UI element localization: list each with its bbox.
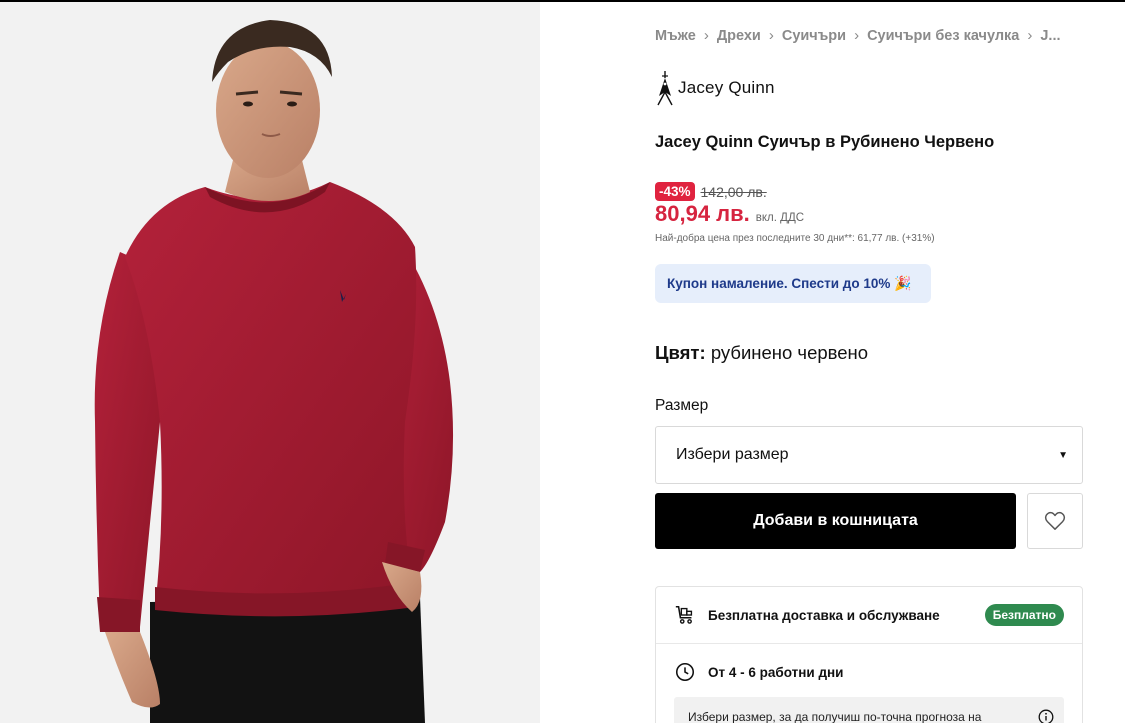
breadcrumb-item[interactable]: Мъже <box>655 28 696 44</box>
price-current-row: 80,94 лв. вкл. ДДС <box>655 201 804 227</box>
breadcrumb-item[interactable]: Дрехи <box>717 28 761 44</box>
price-old-row: -43% 142,00 лв. <box>655 182 767 201</box>
vat-note: вкл. ДДС <box>755 212 805 224</box>
free-badge: Безплатно <box>984 604 1064 626</box>
breadcrumb-item[interactable]: J... <box>1040 28 1060 44</box>
delivery-cart-icon <box>675 605 693 624</box>
current-price: 80,94 лв. <box>655 201 750 226</box>
color-value: рубинено червено <box>710 342 869 363</box>
breadcrumb-item[interactable]: Суичъри без качулка <box>867 28 1019 44</box>
chevron-right-icon: › <box>854 27 860 44</box>
delivery-time-row: От 4 - 6 работни дни <box>674 661 843 683</box>
best-price-note: Най-добра цена през последните 30 дни**:… <box>655 233 935 244</box>
coupon-text: Купон намаление. Спести до 10% <box>667 276 891 291</box>
breadcrumb: Мъже › Дрехи › Суичъри › Суичъри без кач… <box>655 27 1085 44</box>
heart-icon <box>1044 511 1066 530</box>
wishlist-button[interactable] <box>1027 493 1083 549</box>
size-select[interactable]: Избери размер ▼ <box>655 426 1083 484</box>
product-details: Мъже › Дрехи › Суичъри › Суичъри без кач… <box>655 0 1083 723</box>
chevron-right-icon: › <box>768 27 774 44</box>
delivery-info-box: Безплатна доставка и обслужване Безплатн… <box>655 586 1083 723</box>
breadcrumb-item[interactable]: Суичъри <box>782 28 846 44</box>
brand-name: Jacey Quinn <box>678 78 775 97</box>
forecast-note: Избери размер, за да получиш по-точна пр… <box>674 697 1064 723</box>
old-price: 142,00 лв. <box>700 183 767 200</box>
size-label: Размер <box>655 397 709 414</box>
size-select-placeholder: Избери размер <box>676 446 789 463</box>
coupon-banner[interactable]: Купон намаление. Спести до 10% 🎉 <box>655 264 931 303</box>
dropdown-caret-icon: ▼ <box>1058 449 1068 461</box>
color-info: Цвят: рубинено червено <box>655 342 868 364</box>
delivery-days-text: От 4 - 6 работни дни <box>708 664 844 680</box>
product-image[interactable] <box>0 2 540 723</box>
free-delivery-text: Безплатна доставка и обслужване <box>708 607 940 623</box>
brand-link[interactable]: Jacey Quinn <box>655 70 775 106</box>
add-to-cart-button[interactable]: Добави в кошницата <box>655 493 1016 549</box>
discount-badge: -43% <box>655 182 695 201</box>
product-photo <box>0 2 540 723</box>
chevron-right-icon: › <box>1027 27 1033 44</box>
color-label: Цвят: <box>655 342 706 363</box>
free-delivery-row: Безплатна доставка и обслужване Безплатн… <box>656 587 1082 644</box>
info-icon[interactable] <box>1038 709 1054 723</box>
party-popper-icon: 🎉 <box>894 275 912 291</box>
chevron-right-icon: › <box>703 27 709 44</box>
product-title: Jacey Quinn Суичър в Рубинено Червено <box>655 133 995 151</box>
forecast-text: Избери размер, за да получиш по-точна пр… <box>688 710 982 723</box>
brand-logo-icon <box>657 71 673 106</box>
clock-icon <box>675 662 695 682</box>
